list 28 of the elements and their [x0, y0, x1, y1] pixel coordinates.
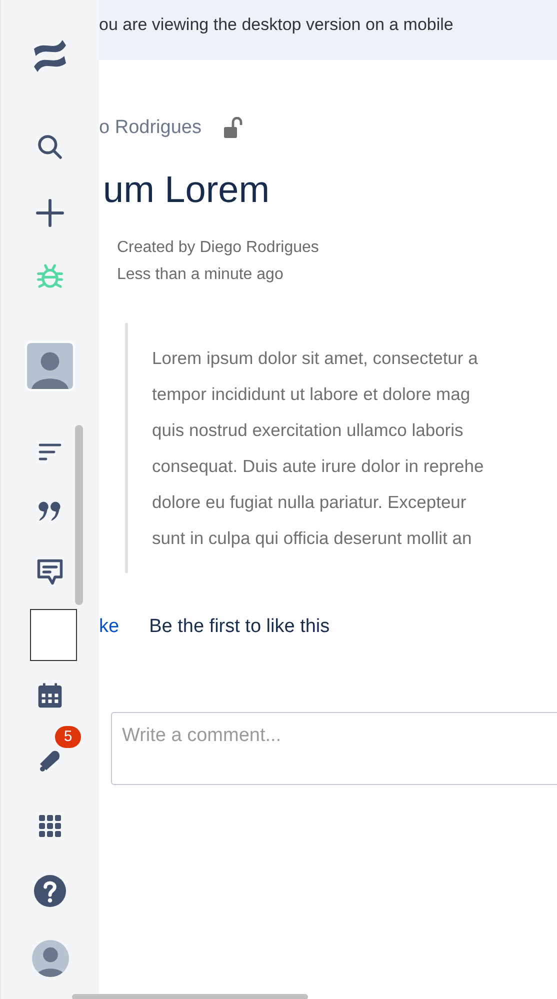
unlocked-icon[interactable]: [223, 117, 244, 139]
quote-line: Lorem ipsum dolor sit amet, consectetur a: [152, 347, 479, 370]
quote-line: quis nostrud exercitation ullamco laboris: [152, 419, 464, 442]
comment-field[interactable]: Write a comment...: [111, 712, 557, 784]
likes-text: Be the first to like this: [149, 615, 330, 639]
plus-icon[interactable]: [35, 198, 65, 228]
notification-badge: 5: [55, 726, 81, 748]
blank-square[interactable]: [30, 609, 76, 661]
quote-icon[interactable]: [37, 500, 63, 522]
page-title: um Lorem: [102, 168, 271, 212]
timestamp-text: Less than a minute ago: [117, 265, 284, 285]
quote-line: sunt in culpa qui officia deserunt mollit an: [152, 527, 473, 550]
like-link[interactable]: ke: [99, 613, 120, 642]
calendar-icon[interactable]: [36, 682, 64, 710]
help-icon[interactable]: [34, 875, 66, 907]
apps-icon[interactable]: [37, 813, 63, 839]
user-avatar[interactable]: [32, 940, 68, 976]
sidebar-scrollbar[interactable]: [75, 425, 83, 605]
logo-icon[interactable]: [32, 40, 68, 72]
space-avatar[interactable]: [25, 341, 75, 391]
breadcrumb-link[interactable]: o Rodrigues: [99, 114, 202, 142]
horizontal-scrollbar[interactable]: [72, 994, 308, 999]
search-icon[interactable]: [36, 133, 64, 161]
byline-text: Created by Diego Rodrigues: [117, 238, 320, 258]
quote-line: tempor incididunt ut labore et dolore mag: [152, 383, 472, 406]
quote-line: dolore eu fugiat nulla pariatur. Excepteur: [152, 491, 468, 514]
quote-line: consequat. Duis aute irure dolor in reprehe: [152, 455, 485, 478]
banner-text: ou are viewing the desktop version on a mobile: [99, 15, 454, 34]
